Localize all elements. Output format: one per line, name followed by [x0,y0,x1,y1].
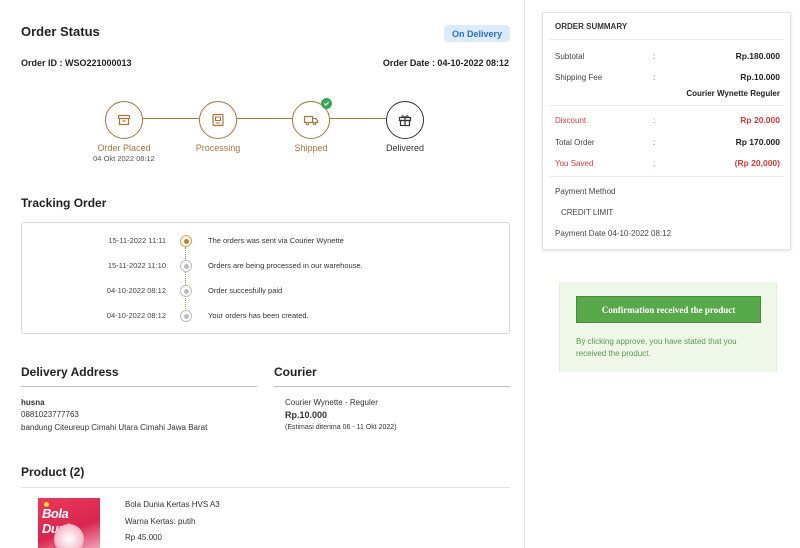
product-price: Rp 45.000 [125,533,162,542]
courier-price: Rp.10.000 [285,410,328,420]
timeline-item: 04-10-2022 08:12 Your orders has been cr… [22,310,509,324]
step-connector [330,118,386,119]
tracking-title: Tracking Order [21,196,107,210]
step-date: 04 Okt 2022 08:12 [93,154,155,163]
you-saved-value: (Rp 20,000) [734,158,780,168]
colon: : [653,116,656,125]
divider [549,176,784,177]
step-connector [143,118,199,119]
divider [21,386,257,387]
discount-value: Rp 20.000 [740,115,780,125]
step-delivered [386,101,424,139]
payment-method-label: Payment Method [555,187,616,196]
timeline-dot-icon [180,285,192,297]
colon: : [653,73,656,82]
gift-icon [398,115,412,127]
colon: : [653,159,656,168]
order-date: Order Date : 04-10-2022 08:12 [382,58,509,68]
timeline-time: 04-10-2022 08:12 [106,311,166,320]
timeline-time: 15-11-2022 11:10 [107,261,166,270]
step-label: Shipped [294,143,328,153]
order-detail-panel: Order Status On Delivery Order ID : WSO2… [0,0,525,548]
subtotal-value: Rp.180.000 [735,51,780,61]
shipping-fee-value: Rp.10.000 [740,72,780,82]
delivery-address-title: Delivery Address [21,365,119,379]
colon: : [653,52,656,61]
confirmation-note: By clicking approve, you have stated tha… [576,337,737,358]
step-order-placed [105,101,143,139]
product-variant: Warna Kertas: putih [125,517,196,526]
product-image-globe [54,524,84,548]
truck-icon [303,115,319,126]
confirmation-card: Confirmation received the product By cli… [559,282,777,372]
product-name[interactable]: Bola Dunia Kertas HVS A3 [125,500,220,509]
divider [549,39,784,40]
order-summary-card: ORDER SUMMARY Subtotal : Rp.180.000 Ship… [542,12,791,250]
payment-date: Payment Date 04-10-2022 08:12 [555,229,672,238]
timeline-dot-icon [180,260,192,272]
divider [21,487,510,488]
step-label: Order Placed [97,143,151,153]
timeline-text: Your orders has been created. [208,311,309,320]
check-icon [321,98,332,109]
status-badge: On Delivery [444,25,510,42]
courier-title: Courier [274,365,317,379]
timeline-dot-icon [180,235,192,247]
colon: : [653,138,656,147]
step-connector [237,118,292,119]
divider [549,105,784,106]
product-title: Product (2) [21,465,85,479]
total-order-value: Rp 170.000 [735,137,780,147]
timeline-item: 04-10-2022 08:12 Order succesfully paid [22,285,509,299]
timeline-text: Orders are being processed in our wareho… [208,261,363,270]
shipping-fee-label: Shipping Fee [555,73,603,82]
recipient-address: bandung Citeureup Cimahi Utara Cimahi Ja… [21,423,208,432]
step-shipped [292,98,332,139]
timeline-item: 15-11-2022 11:11 The orders was sent via… [22,235,509,249]
courier-estimate: (Estimasi diterima 06 - 11 Okt 2022) [285,424,397,431]
order-id: Order ID : WSO221000013 [21,58,132,68]
receipt-icon [212,113,224,127]
step-label: Delivered [385,143,425,153]
timeline-line [185,247,186,315]
product-image[interactable]: Bola Dunia [38,498,100,548]
timeline-text: The orders was sent via Courier Wynette [208,236,344,245]
order-summary-title: ORDER SUMMARY [555,22,628,31]
shipping-courier: Courier Wynette Reguler [686,89,780,98]
courier-service: Courier Wynette - Reguler [285,398,378,407]
timeline-item: 15-11-2022 11:10 Orders are being proces… [22,260,509,274]
timeline-dot-icon [180,310,192,322]
timeline-time: 04-10-2022 08:12 [106,286,166,295]
tracking-timeline: 15-11-2022 11:11 The orders was sent via… [21,222,510,334]
divider [274,386,510,387]
order-status-title: Order Status [21,24,100,39]
payment-method-value: CREDIT LIMIT [561,208,614,217]
step-label: Processing [195,143,241,153]
step-processing [199,101,237,139]
discount-label: Discount [555,116,587,125]
timeline-time: 15-11-2022 11:11 [108,236,166,245]
you-saved-label: You Saved [555,159,594,168]
recipient-name: husna [21,398,45,407]
timeline-text: Order succesfully paid [208,286,283,295]
subtotal-label: Subtotal [555,52,585,61]
box-icon [117,114,131,126]
recipient-phone: 0881023777763 [21,410,79,419]
confirm-received-button[interactable]: Confirmation received the product [576,296,761,323]
total-order-label: Total Order [555,138,595,147]
